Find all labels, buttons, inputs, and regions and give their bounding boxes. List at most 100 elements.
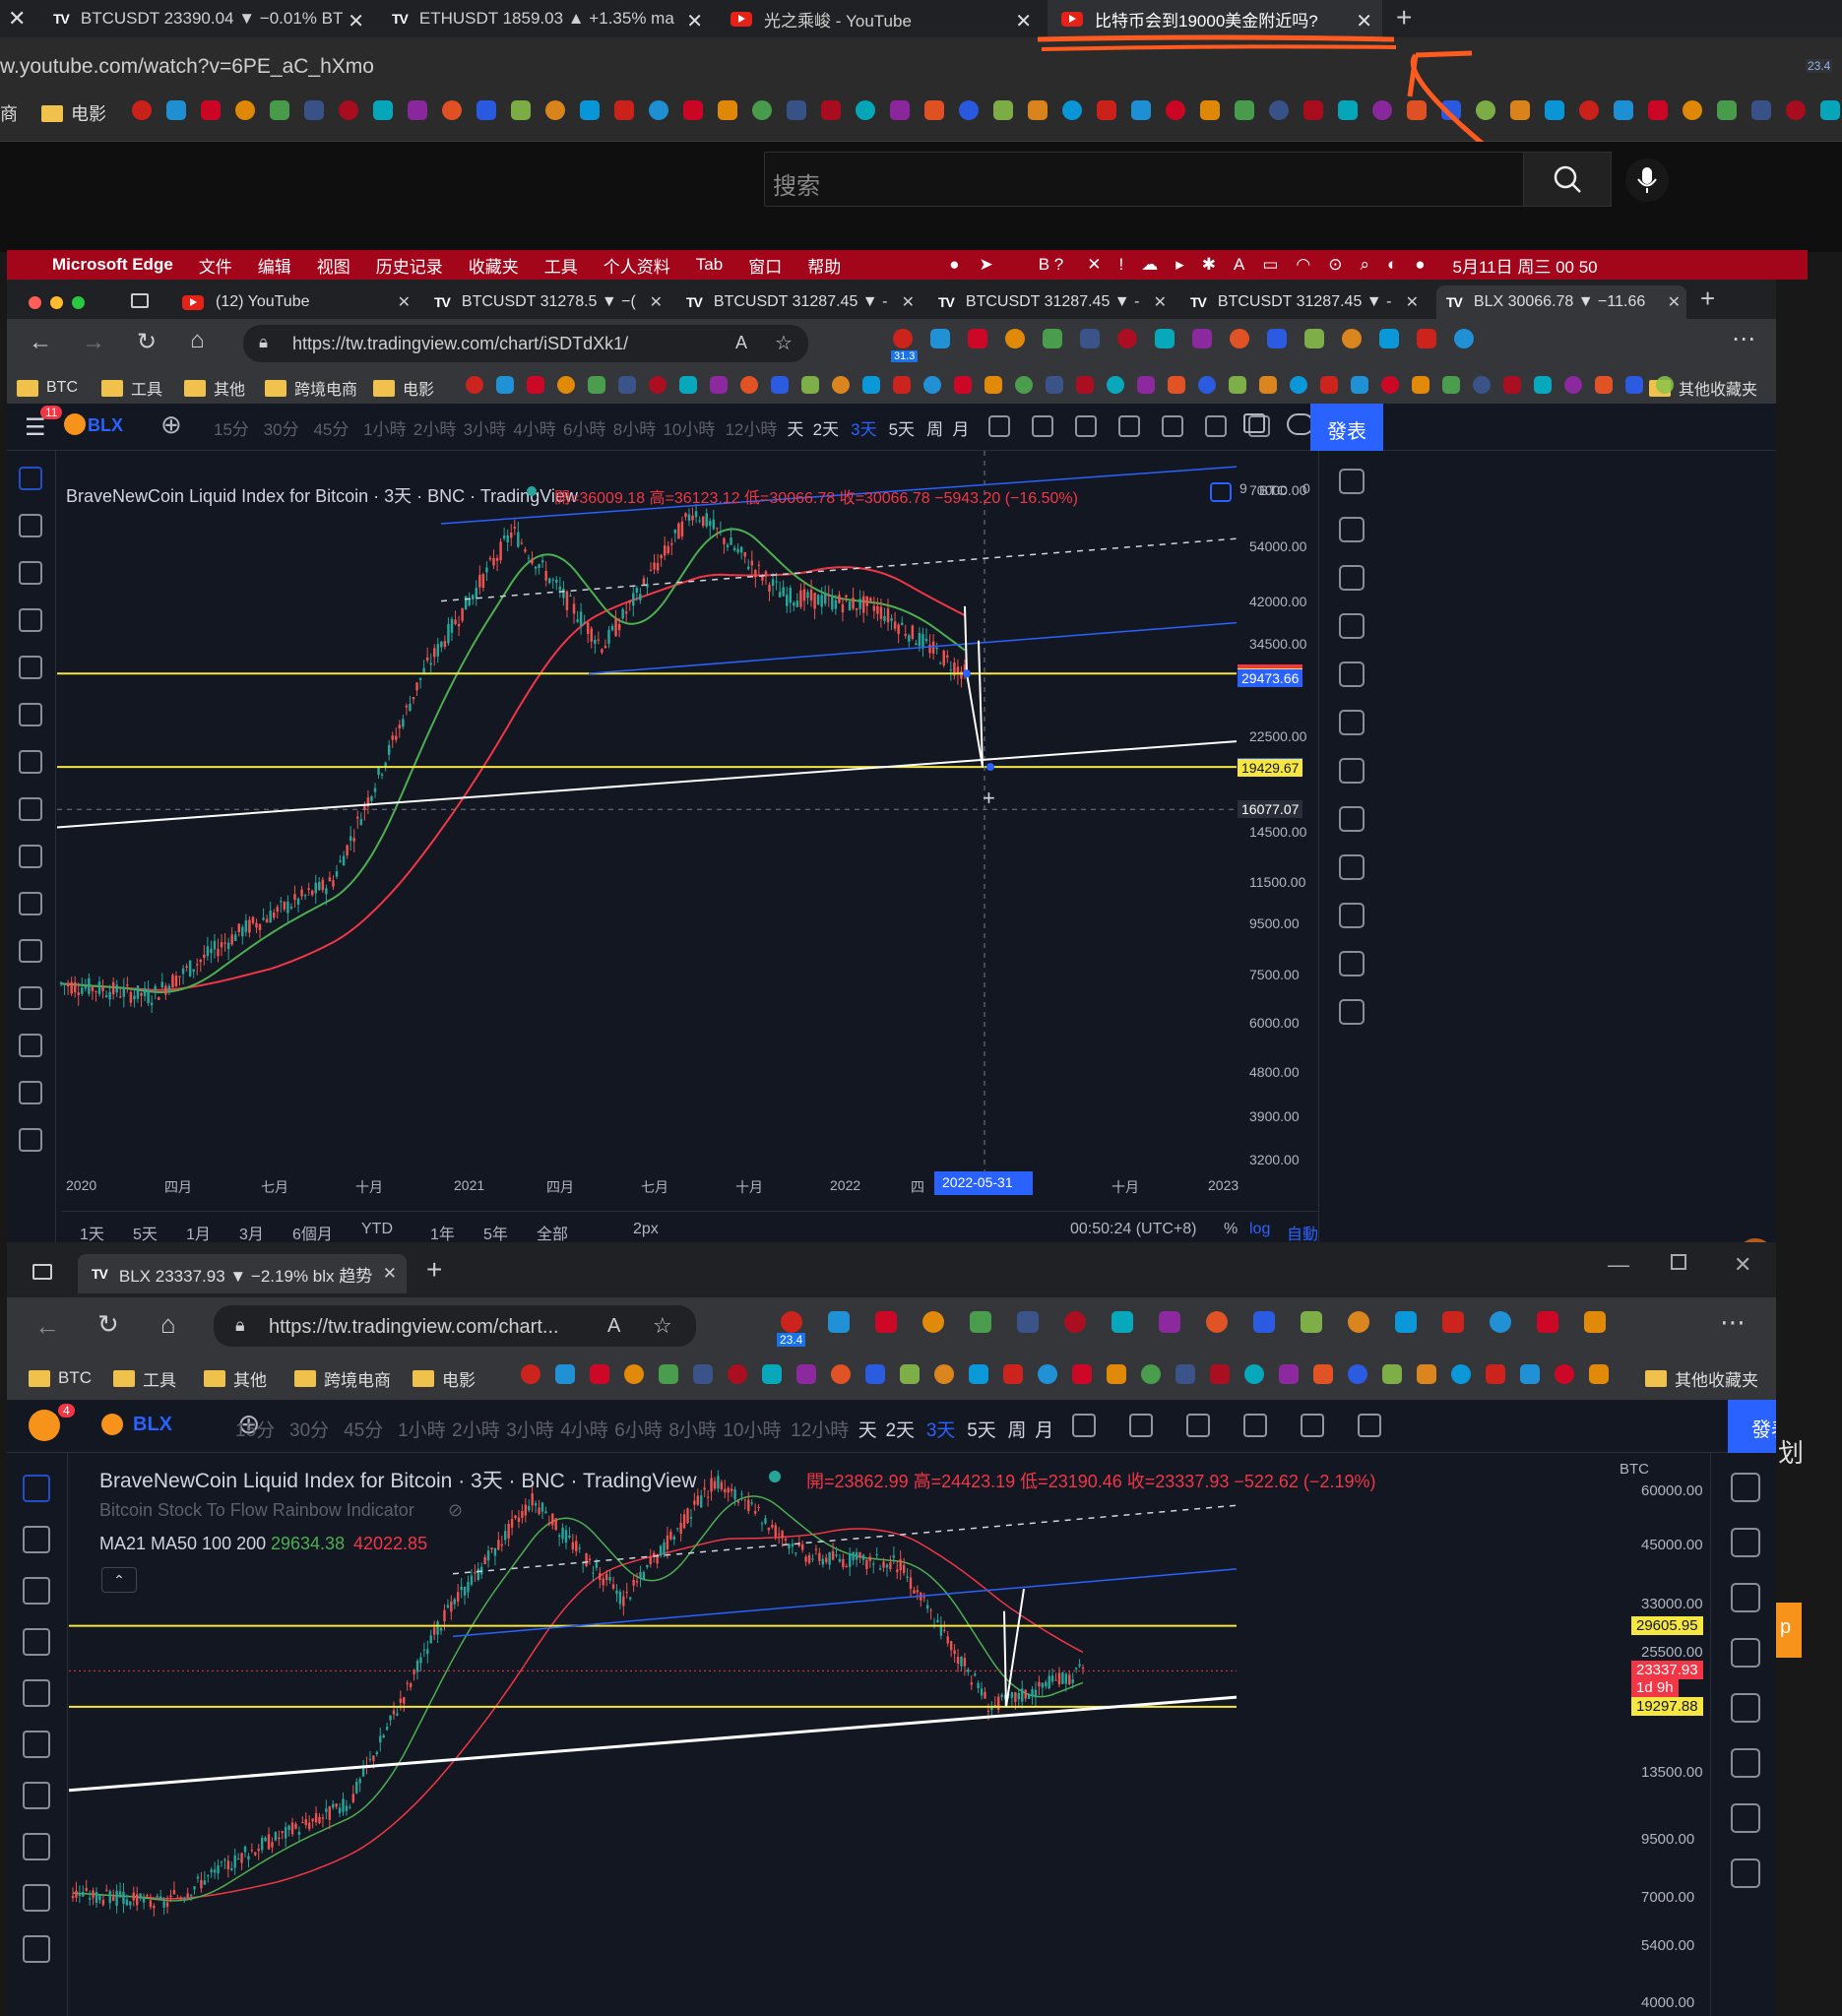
interval-button-3天[interactable]: 3天 [926, 1416, 956, 1442]
lock-icon[interactable] [19, 1034, 42, 1057]
menu-tab[interactable]: Tab [696, 255, 723, 275]
bookmark-site-icon[interactable] [1155, 329, 1175, 348]
bookmark-site-icon[interactable] [969, 1364, 988, 1384]
interval-button-6小時[interactable]: 6小時 [563, 415, 605, 440]
close-icon[interactable]: ✕ [650, 292, 663, 312]
news-icon[interactable] [1731, 1583, 1760, 1612]
close-icon[interactable]: ✕ [686, 9, 703, 33]
favorite-star-icon[interactable]: ☆ [653, 1313, 672, 1339]
read-aloud-icon[interactable]: A [735, 333, 747, 353]
bookmark-site-icon[interactable] [649, 376, 667, 394]
close-icon[interactable]: ✕ [1668, 292, 1681, 312]
bookmark-site-icon[interactable] [924, 100, 944, 120]
bookmark-site-icon[interactable] [831, 1364, 851, 1384]
bookmark-site-icon[interactable] [1003, 1364, 1023, 1384]
bookmark-site-icon[interactable] [856, 100, 875, 120]
menu-favorites[interactable]: 收藏夹 [469, 253, 519, 278]
forward-icon[interactable]: → [82, 329, 105, 356]
news-icon[interactable] [1339, 565, 1365, 591]
interval-button-8小時[interactable]: 8小時 [613, 415, 656, 440]
bookmark-site-icon[interactable] [1417, 1364, 1436, 1384]
microphone-button[interactable] [1625, 158, 1669, 202]
symbol-search[interactable]: BLX [133, 1414, 172, 1436]
bookmark-site-icon[interactable] [875, 1311, 897, 1333]
bookmark-site-icon[interactable] [132, 100, 152, 120]
alarm-icon[interactable] [1731, 1528, 1760, 1557]
range-button-1年[interactable]: 1年 [430, 1221, 455, 1244]
bookmark-site-icon[interactable] [476, 100, 496, 120]
stream-icon[interactable] [1339, 903, 1365, 928]
bookmark-site-icon[interactable] [1107, 1364, 1126, 1384]
pattern-icon[interactable] [19, 703, 42, 726]
chat2-icon[interactable] [1339, 854, 1365, 880]
bookmark-site-icon[interactable] [828, 1311, 850, 1333]
minimize-icon[interactable]: — [1608, 1252, 1629, 1278]
other-bookmarks-folder[interactable]: 其他收藏夹 [1645, 1366, 1758, 1390]
minimize-window-button[interactable] [50, 296, 63, 309]
bookmark-site-icon[interactable] [1198, 376, 1216, 394]
bookmark-site-icon[interactable] [588, 376, 605, 394]
bookmark-site-icon[interactable] [1117, 329, 1137, 348]
bookmark-site-icon[interactable] [659, 1364, 678, 1384]
range-button-3月[interactable]: 3月 [239, 1221, 264, 1244]
address-bar[interactable]: 🔒︎ https://tw.tradingview.com/chart/iSDT… [243, 325, 808, 362]
bookmark-site-icon[interactable] [618, 376, 636, 394]
outer-address-bar[interactable]: w.youtube.com/watch?v=6PE_aC_hXmo [0, 37, 1842, 87]
interval-button-4小時[interactable]: 4小時 [513, 415, 555, 440]
close-window-icon[interactable]: ✕ [1734, 1252, 1751, 1278]
bookmark-folder-ecommerce[interactable]: 跨境电商 [294, 1366, 391, 1390]
refresh-icon[interactable]: ↻ [97, 1309, 119, 1340]
interval-button-3小時[interactable]: 3小時 [464, 415, 506, 440]
bookmark-site-icon[interactable] [740, 376, 758, 394]
favorite-star-icon[interactable]: ☆ [775, 331, 793, 355]
bookmark-site-icon[interactable] [1589, 1364, 1609, 1384]
maximize-window-button[interactable] [72, 296, 85, 309]
range-button-YTD[interactable]: YTD [361, 1221, 393, 1238]
interval-button-周[interactable]: 周 [1008, 1416, 1027, 1442]
new-tab-button[interactable]: + [1700, 284, 1715, 314]
bookmark-site-icon[interactable] [1614, 100, 1633, 120]
bookmark-site-icon[interactable] [614, 100, 634, 120]
bookmark-site-icon[interactable] [693, 1364, 713, 1384]
timer-icon[interactable] [1731, 1693, 1760, 1723]
bookmark-site-icon[interactable] [1451, 1364, 1471, 1384]
window1-tab-4[interactable]: TV BTCUSDT 31287.45 ▼ - ✕ [938, 287, 1173, 317]
interval-button-8小時[interactable]: 8小時 [668, 1416, 717, 1442]
log-toggle[interactable]: log [1249, 1221, 1270, 1238]
auto-toggle[interactable]: 自動 [1287, 1221, 1318, 1244]
close-icon[interactable]: ✕ [348, 9, 364, 33]
bookmark-site-icon[interactable] [1301, 1311, 1322, 1333]
bookmark-site-icon[interactable] [900, 1364, 920, 1384]
refresh-icon[interactable]: ↻ [137, 328, 157, 356]
back-icon[interactable]: ← [34, 1311, 60, 1342]
bookmark-site-icon[interactable] [1520, 1364, 1540, 1384]
bookmark-site-icon[interactable] [930, 329, 950, 348]
interval-button-2天[interactable]: 2天 [885, 1416, 915, 1442]
zoom-icon[interactable] [23, 1935, 50, 1963]
bookmark-site-icon[interactable] [1442, 1311, 1464, 1333]
bookmark-site-icon[interactable] [1015, 376, 1033, 394]
currency-selector[interactable]: BTC [1620, 1461, 1649, 1478]
interval-button-3天[interactable]: 3天 [851, 415, 876, 440]
bookmark-site-icon[interactable] [821, 100, 841, 120]
bookmark-site-icon[interactable] [1290, 376, 1307, 394]
brush-icon[interactable] [23, 1628, 50, 1656]
brush-icon[interactable] [19, 608, 42, 632]
bookmark-site-icon[interactable] [1595, 376, 1613, 394]
window1-tab-5[interactable]: TV BTCUSDT 31287.45 ▼ - ✕ [1190, 287, 1425, 317]
bookmark-site-icon[interactable] [865, 1364, 885, 1384]
bookmark-site-icon[interactable] [1786, 100, 1806, 120]
bookmark-site-icon[interactable] [1348, 1311, 1369, 1333]
bookmark-site-icon[interactable] [683, 100, 703, 120]
bookmark-site-icon[interactable] [1510, 100, 1530, 120]
bookmark-site-icon[interactable] [1473, 376, 1491, 394]
menu-view[interactable]: 视图 [317, 253, 350, 278]
bookmark-site-icon[interactable] [752, 100, 772, 120]
template-icon[interactable] [1074, 415, 1097, 437]
bookmark-site-icon[interactable] [1141, 1364, 1161, 1384]
menu-help[interactable]: 帮助 [807, 253, 841, 278]
interval-button-2小時[interactable]: 2小時 [452, 1416, 500, 1442]
close-icon[interactable]: ✕ [1154, 292, 1167, 312]
bookmark-site-icon[interactable] [1320, 376, 1338, 394]
symbol-search[interactable]: BLX [88, 415, 123, 436]
